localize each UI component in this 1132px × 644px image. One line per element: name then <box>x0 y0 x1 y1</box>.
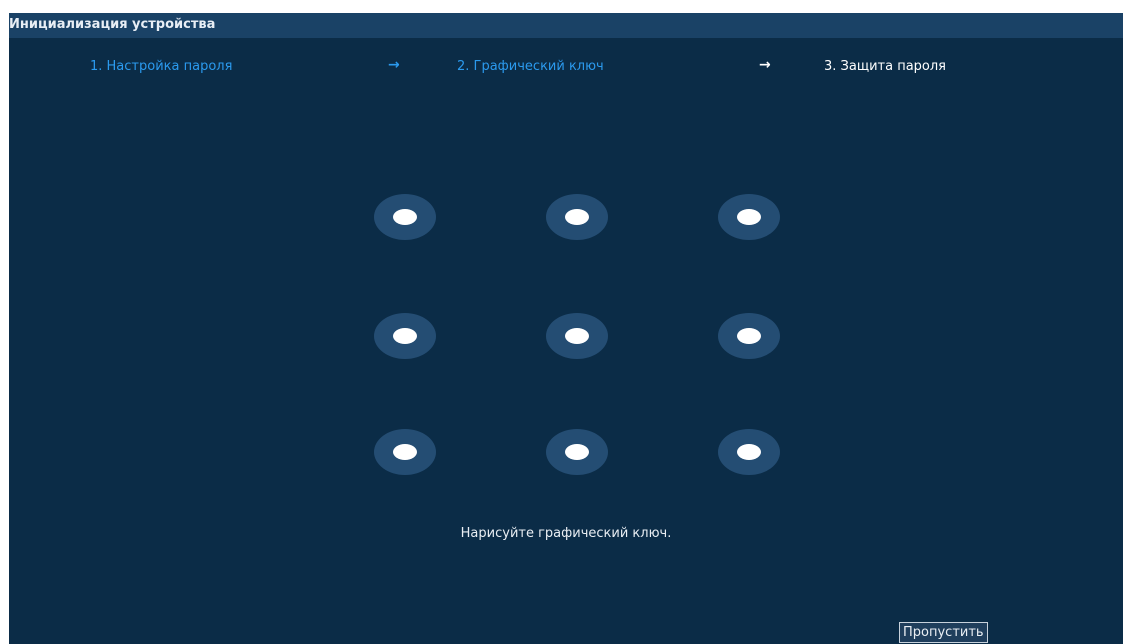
pattern-dot <box>737 444 761 460</box>
pattern-node-4[interactable] <box>374 313 436 359</box>
pattern-dot <box>393 209 417 225</box>
pattern-node-1[interactable] <box>374 194 436 240</box>
pattern-hint: Нарисуйте графический ключ. <box>460 526 672 541</box>
pattern-node-3[interactable] <box>718 194 780 240</box>
pattern-dot <box>737 209 761 225</box>
pattern-node-2[interactable] <box>546 194 608 240</box>
pattern-node-6[interactable] <box>718 313 780 359</box>
pattern-dot <box>565 209 589 225</box>
pattern-dot <box>565 444 589 460</box>
init-window: Инициализация устройства 1. Настройка па… <box>9 13 1123 644</box>
pattern-node-8[interactable] <box>546 429 608 475</box>
pattern-node-5[interactable] <box>546 313 608 359</box>
pattern-dot <box>737 328 761 344</box>
pattern-grid <box>9 13 1123 644</box>
pattern-node-7[interactable] <box>374 429 436 475</box>
pattern-dot <box>393 328 417 344</box>
pattern-dot <box>393 444 417 460</box>
skip-button[interactable]: Пропустить <box>899 622 988 643</box>
pattern-node-9[interactable] <box>718 429 780 475</box>
pattern-dot <box>565 328 589 344</box>
